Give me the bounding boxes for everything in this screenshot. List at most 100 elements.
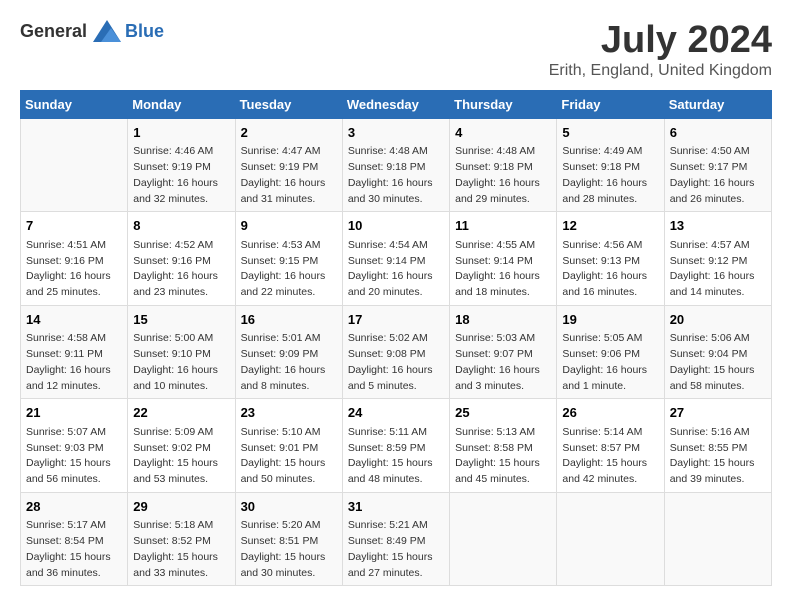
cell-content: Sunrise: 5:03 AM Sunset: 9:07 PM Dayligh… [455, 331, 552, 394]
calendar-cell: 1Sunrise: 4:46 AM Sunset: 9:19 PM Daylig… [128, 118, 235, 212]
day-number: 19 [562, 310, 659, 330]
calendar-cell: 28Sunrise: 5:17 AM Sunset: 8:54 PM Dayli… [21, 492, 128, 586]
calendar-cell: 30Sunrise: 5:20 AM Sunset: 8:51 PM Dayli… [235, 492, 342, 586]
calendar-cell: 29Sunrise: 5:18 AM Sunset: 8:52 PM Dayli… [128, 492, 235, 586]
cell-content: Sunrise: 5:18 AM Sunset: 8:52 PM Dayligh… [133, 518, 230, 581]
cell-content: Sunrise: 5:11 AM Sunset: 8:59 PM Dayligh… [348, 425, 445, 488]
logo-general: General [20, 21, 87, 42]
day-number: 6 [670, 123, 767, 143]
calendar-cell: 12Sunrise: 4:56 AM Sunset: 9:13 PM Dayli… [557, 212, 664, 306]
calendar-cell: 27Sunrise: 5:16 AM Sunset: 8:55 PM Dayli… [664, 399, 771, 493]
column-header-sunday: Sunday [21, 90, 128, 118]
day-number: 13 [670, 216, 767, 236]
cell-content: Sunrise: 5:21 AM Sunset: 8:49 PM Dayligh… [348, 518, 445, 581]
day-number: 16 [241, 310, 338, 330]
calendar-cell: 20Sunrise: 5:06 AM Sunset: 9:04 PM Dayli… [664, 305, 771, 399]
cell-content: Sunrise: 4:51 AM Sunset: 9:16 PM Dayligh… [26, 238, 123, 301]
day-number: 11 [455, 216, 552, 236]
cell-content: Sunrise: 4:48 AM Sunset: 9:18 PM Dayligh… [455, 144, 552, 207]
logo: General Blue [20, 20, 164, 42]
calendar-cell [450, 492, 557, 586]
subtitle: Erith, England, United Kingdom [549, 62, 772, 80]
cell-content: Sunrise: 4:50 AM Sunset: 9:17 PM Dayligh… [670, 144, 767, 207]
calendar-cell: 13Sunrise: 4:57 AM Sunset: 9:12 PM Dayli… [664, 212, 771, 306]
calendar-cell: 2Sunrise: 4:47 AM Sunset: 9:19 PM Daylig… [235, 118, 342, 212]
calendar-week: 28Sunrise: 5:17 AM Sunset: 8:54 PM Dayli… [21, 492, 772, 586]
cell-content: Sunrise: 4:54 AM Sunset: 9:14 PM Dayligh… [348, 238, 445, 301]
day-number: 17 [348, 310, 445, 330]
calendar-week: 21Sunrise: 5:07 AM Sunset: 9:03 PM Dayli… [21, 399, 772, 493]
cell-content: Sunrise: 5:01 AM Sunset: 9:09 PM Dayligh… [241, 331, 338, 394]
calendar-cell: 26Sunrise: 5:14 AM Sunset: 8:57 PM Dayli… [557, 399, 664, 493]
calendar-cell: 14Sunrise: 4:58 AM Sunset: 9:11 PM Dayli… [21, 305, 128, 399]
day-number: 12 [562, 216, 659, 236]
day-number: 1 [133, 123, 230, 143]
cell-content: Sunrise: 4:57 AM Sunset: 9:12 PM Dayligh… [670, 238, 767, 301]
column-header-friday: Friday [557, 90, 664, 118]
calendar-cell [664, 492, 771, 586]
calendar-cell: 23Sunrise: 5:10 AM Sunset: 9:01 PM Dayli… [235, 399, 342, 493]
calendar-cell [557, 492, 664, 586]
day-number: 18 [455, 310, 552, 330]
calendar-cell: 17Sunrise: 5:02 AM Sunset: 9:08 PM Dayli… [342, 305, 449, 399]
page-header: General Blue July 2024 Erith, England, U… [20, 20, 772, 80]
calendar-cell [21, 118, 128, 212]
cell-content: Sunrise: 4:58 AM Sunset: 9:11 PM Dayligh… [26, 331, 123, 394]
calendar-cell: 4Sunrise: 4:48 AM Sunset: 9:18 PM Daylig… [450, 118, 557, 212]
day-number: 20 [670, 310, 767, 330]
logo-blue: Blue [125, 21, 164, 42]
calendar-cell: 22Sunrise: 5:09 AM Sunset: 9:02 PM Dayli… [128, 399, 235, 493]
cell-content: Sunrise: 4:46 AM Sunset: 9:19 PM Dayligh… [133, 144, 230, 207]
cell-content: Sunrise: 4:55 AM Sunset: 9:14 PM Dayligh… [455, 238, 552, 301]
day-number: 4 [455, 123, 552, 143]
cell-content: Sunrise: 5:07 AM Sunset: 9:03 PM Dayligh… [26, 425, 123, 488]
cell-content: Sunrise: 5:13 AM Sunset: 8:58 PM Dayligh… [455, 425, 552, 488]
cell-content: Sunrise: 5:16 AM Sunset: 8:55 PM Dayligh… [670, 425, 767, 488]
calendar-cell: 18Sunrise: 5:03 AM Sunset: 9:07 PM Dayli… [450, 305, 557, 399]
logo-icon [93, 20, 121, 42]
calendar-cell: 16Sunrise: 5:01 AM Sunset: 9:09 PM Dayli… [235, 305, 342, 399]
calendar-week: 14Sunrise: 4:58 AM Sunset: 9:11 PM Dayli… [21, 305, 772, 399]
day-number: 25 [455, 403, 552, 423]
column-header-saturday: Saturday [664, 90, 771, 118]
day-number: 22 [133, 403, 230, 423]
calendar-table: SundayMondayTuesdayWednesdayThursdayFrid… [20, 90, 772, 587]
day-number: 9 [241, 216, 338, 236]
cell-content: Sunrise: 5:14 AM Sunset: 8:57 PM Dayligh… [562, 425, 659, 488]
day-number: 14 [26, 310, 123, 330]
calendar-week: 1Sunrise: 4:46 AM Sunset: 9:19 PM Daylig… [21, 118, 772, 212]
title-block: July 2024 Erith, England, United Kingdom [549, 20, 772, 80]
calendar-cell: 7Sunrise: 4:51 AM Sunset: 9:16 PM Daylig… [21, 212, 128, 306]
column-header-thursday: Thursday [450, 90, 557, 118]
calendar-cell: 19Sunrise: 5:05 AM Sunset: 9:06 PM Dayli… [557, 305, 664, 399]
cell-content: Sunrise: 4:48 AM Sunset: 9:18 PM Dayligh… [348, 144, 445, 207]
day-number: 15 [133, 310, 230, 330]
calendar-cell: 5Sunrise: 4:49 AM Sunset: 9:18 PM Daylig… [557, 118, 664, 212]
calendar-cell: 24Sunrise: 5:11 AM Sunset: 8:59 PM Dayli… [342, 399, 449, 493]
cell-content: Sunrise: 4:52 AM Sunset: 9:16 PM Dayligh… [133, 238, 230, 301]
calendar-cell: 8Sunrise: 4:52 AM Sunset: 9:16 PM Daylig… [128, 212, 235, 306]
main-title: July 2024 [549, 20, 772, 62]
calendar-cell: 10Sunrise: 4:54 AM Sunset: 9:14 PM Dayli… [342, 212, 449, 306]
calendar-week: 7Sunrise: 4:51 AM Sunset: 9:16 PM Daylig… [21, 212, 772, 306]
column-header-monday: Monday [128, 90, 235, 118]
column-header-tuesday: Tuesday [235, 90, 342, 118]
calendar-cell: 3Sunrise: 4:48 AM Sunset: 9:18 PM Daylig… [342, 118, 449, 212]
cell-content: Sunrise: 5:20 AM Sunset: 8:51 PM Dayligh… [241, 518, 338, 581]
cell-content: Sunrise: 5:06 AM Sunset: 9:04 PM Dayligh… [670, 331, 767, 394]
cell-content: Sunrise: 4:56 AM Sunset: 9:13 PM Dayligh… [562, 238, 659, 301]
day-number: 7 [26, 216, 123, 236]
cell-content: Sunrise: 5:02 AM Sunset: 9:08 PM Dayligh… [348, 331, 445, 394]
day-number: 27 [670, 403, 767, 423]
cell-content: Sunrise: 4:53 AM Sunset: 9:15 PM Dayligh… [241, 238, 338, 301]
day-number: 3 [348, 123, 445, 143]
cell-content: Sunrise: 5:09 AM Sunset: 9:02 PM Dayligh… [133, 425, 230, 488]
day-number: 31 [348, 497, 445, 517]
calendar-cell: 15Sunrise: 5:00 AM Sunset: 9:10 PM Dayli… [128, 305, 235, 399]
cell-content: Sunrise: 5:00 AM Sunset: 9:10 PM Dayligh… [133, 331, 230, 394]
calendar-cell: 11Sunrise: 4:55 AM Sunset: 9:14 PM Dayli… [450, 212, 557, 306]
day-number: 21 [26, 403, 123, 423]
day-number: 29 [133, 497, 230, 517]
day-number: 26 [562, 403, 659, 423]
day-number: 24 [348, 403, 445, 423]
